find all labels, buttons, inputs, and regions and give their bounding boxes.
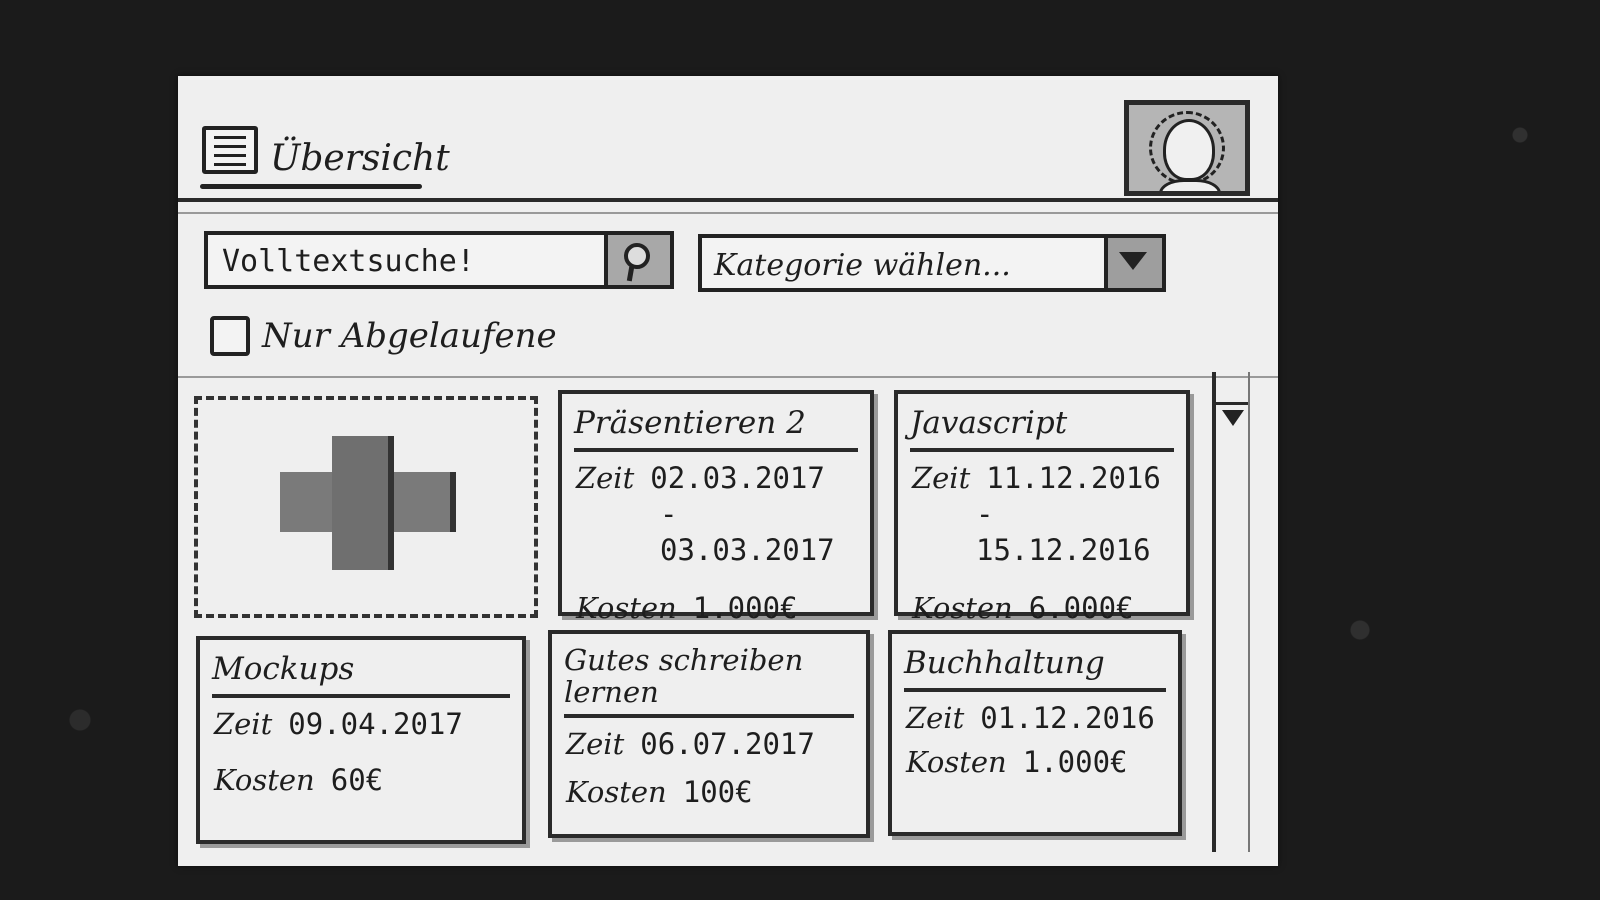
category-select-value: Kategorie wählen...	[714, 248, 1011, 283]
category-select[interactable]: Kategorie wählen...	[698, 234, 1166, 292]
project-card[interactable]: Mockups Zeit 09.04.2017 Kosten 60€	[196, 636, 526, 844]
page-title: Übersicht	[270, 138, 450, 179]
card-time: Zeit 11.12.2016	[912, 460, 1174, 496]
scrollbar-cap	[1216, 402, 1248, 405]
card-cost-value: 1.000€	[692, 591, 798, 625]
project-card[interactable]: Buchhaltung Zeit 01.12.2016 Kosten 1.000€	[888, 630, 1182, 836]
card-time-label: Zeit	[906, 701, 965, 735]
category-dropdown-button[interactable]	[1104, 238, 1162, 288]
plus-icon-vertical	[332, 436, 394, 570]
app-window: Übersicht Kategorie wählen... Nur Abgela…	[178, 76, 1278, 866]
expired-checkbox-label: Nur Abgelaufene	[262, 316, 557, 356]
search-button[interactable]	[604, 235, 670, 285]
add-project-card[interactable]	[194, 396, 538, 618]
card-cost-label: Kosten	[214, 763, 315, 797]
card-time-label: Zeit	[566, 727, 625, 761]
card-time: Zeit 02.03.2017	[576, 460, 858, 496]
filter-divider	[178, 376, 1278, 378]
search-icon	[624, 243, 650, 269]
active-tab-indicator	[200, 184, 422, 189]
card-cost: Kosten 100€	[566, 774, 854, 810]
card-cost: Kosten 60€	[214, 762, 510, 798]
card-cost-label: Kosten	[566, 775, 667, 809]
header-divider	[178, 198, 1278, 202]
card-cost-label: Kosten	[906, 745, 1007, 779]
card-cost-value: 60€	[330, 763, 384, 797]
avatar-body	[1159, 179, 1221, 191]
user-avatar[interactable]	[1124, 100, 1250, 196]
card-title: Javascript	[910, 404, 1174, 452]
card-time-label: Zeit	[214, 707, 273, 741]
header-divider-secondary	[178, 212, 1278, 214]
card-time-end: - 15.12.2016	[976, 497, 1151, 567]
card-time-label: Zeit	[912, 461, 971, 495]
card-title: Mockups	[212, 650, 510, 698]
card-time: Zeit 01.12.2016	[906, 700, 1166, 736]
chevron-down-icon	[1119, 252, 1147, 270]
scrollbar[interactable]	[1212, 372, 1250, 852]
project-card[interactable]: Javascript Zeit 11.12.2016 - 15.12.2016 K…	[894, 390, 1190, 625]
expired-checkbox[interactable]	[210, 316, 250, 356]
card-time-start: 09.04.2017	[288, 707, 463, 741]
card-cost-label: Kosten	[576, 591, 677, 625]
card-time: Zeit 06.07.2017	[566, 726, 854, 762]
search-icon-handle	[626, 266, 635, 282]
card-time-start: 06.07.2017	[640, 727, 815, 761]
header: Übersicht	[178, 76, 1278, 214]
menu-icon[interactable]	[202, 126, 258, 174]
card-time-start: 02.03.2017	[650, 461, 825, 495]
plus-icon	[280, 436, 456, 570]
card-title: Präsentieren 2	[574, 404, 858, 452]
card-title: Buchhaltung	[904, 644, 1166, 692]
project-card[interactable]: Gutes schreiben lernen Zeit 06.07.2017 Ko…	[548, 630, 870, 838]
card-cost-label: Kosten	[912, 591, 1013, 625]
card-time-start: 11.12.2016	[986, 461, 1161, 495]
scroll-down-icon[interactable]	[1222, 410, 1244, 426]
project-card[interactable]: Präsentieren 2 Zeit 02.03.2017 - 03.03.20…	[558, 390, 874, 625]
card-cost: Kosten 1.000€	[906, 744, 1166, 780]
search-field	[204, 231, 674, 289]
card-time: Zeit 09.04.2017	[214, 706, 510, 742]
card-cost-value: 1.000€	[1022, 745, 1128, 779]
card-time-start: 01.12.2016	[980, 701, 1155, 735]
card-cost-value: 100€	[682, 775, 753, 809]
card-cost: Kosten 6.000€	[912, 590, 1174, 626]
card-cost: Kosten 1.000€	[576, 590, 858, 626]
search-input[interactable]	[208, 235, 624, 287]
card-time-label: Zeit	[576, 461, 635, 495]
avatar-head	[1163, 119, 1215, 181]
card-time-end: - 03.03.2017	[660, 497, 835, 567]
card-title: Gutes schreiben lernen	[564, 644, 854, 718]
card-cost-value: 6.000€	[1028, 591, 1134, 625]
